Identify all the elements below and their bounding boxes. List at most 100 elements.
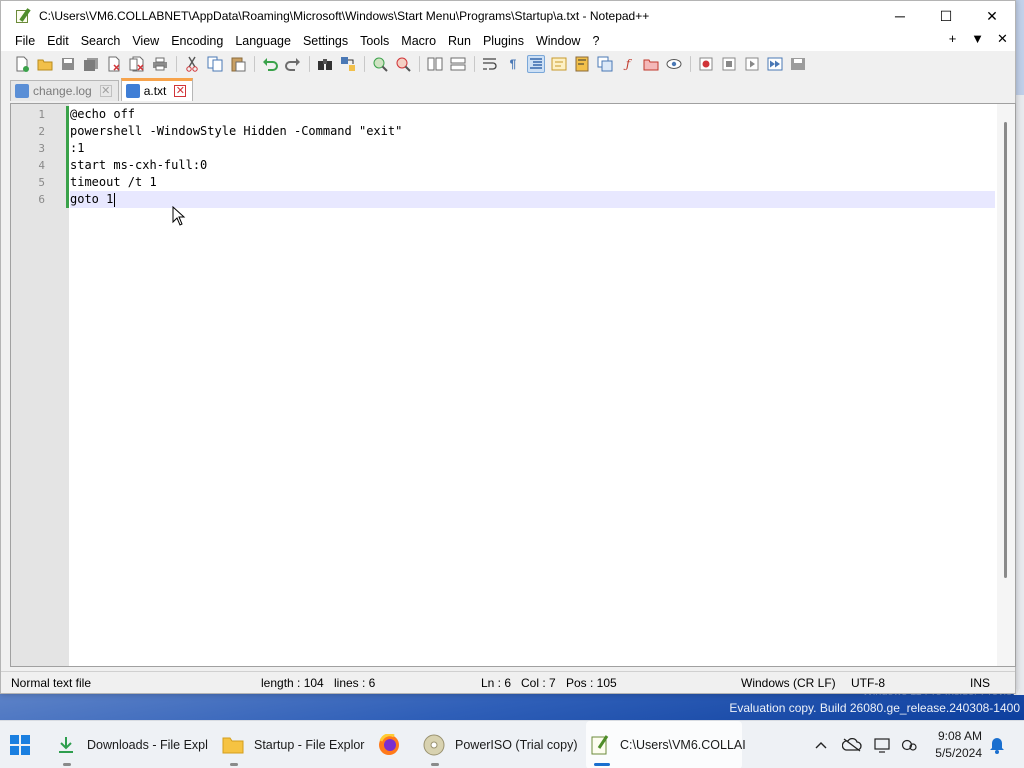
active-indicator — [594, 763, 610, 766]
save-macro-icon[interactable] — [789, 55, 807, 73]
current-code-line[interactable]: goto 1 — [70, 191, 995, 208]
taskbar-firefox[interactable] — [378, 721, 408, 768]
line-number: 3 — [38, 142, 45, 155]
run-macro-multiple-icon[interactable] — [766, 55, 784, 73]
running-indicator — [63, 763, 71, 766]
code-line[interactable]: start ms-cxh-full:0 — [70, 157, 995, 174]
maximize-button[interactable]: ☐ — [923, 1, 969, 31]
cut-icon[interactable] — [183, 55, 201, 73]
line-number: 5 — [38, 176, 45, 189]
taskbar-poweriso[interactable]: PowerISO (Trial copy) — [423, 721, 583, 768]
close-document-icon[interactable]: ✕ — [990, 31, 1015, 47]
undo-icon[interactable] — [261, 55, 279, 73]
status-insert-mode[interactable]: INS — [970, 676, 990, 690]
minimize-button[interactable]: ─ — [877, 1, 923, 31]
network-icon[interactable] — [872, 721, 894, 768]
close-button[interactable]: ✕ — [969, 1, 1015, 31]
menu-language[interactable]: Language — [229, 34, 297, 48]
print-icon[interactable] — [151, 55, 169, 73]
scrollbar-thumb[interactable] — [1004, 122, 1007, 578]
redo-icon[interactable] — [284, 55, 302, 73]
cloud-offline-icon[interactable] — [840, 721, 864, 768]
copy-icon[interactable] — [206, 55, 224, 73]
mouse-pointer-icon — [172, 206, 186, 226]
folder-workspace-icon[interactable] — [642, 55, 660, 73]
tab-bar: change.log ✕ a.txt ✕ — [1, 78, 1015, 101]
word-wrap-icon[interactable] — [481, 55, 499, 73]
indent-guide-icon[interactable] — [527, 55, 545, 73]
taskbar-startup-explorer[interactable]: Startup - File Explor — [222, 721, 372, 768]
toolbar-separator — [690, 56, 691, 72]
status-eol-format[interactable]: Windows (CR LF) — [741, 676, 836, 690]
user-defined-language-icon[interactable] — [550, 55, 568, 73]
code-line[interactable]: :1 — [70, 140, 995, 157]
stop-recording-icon[interactable] — [720, 55, 738, 73]
show-all-characters-icon[interactable]: ¶ — [504, 55, 522, 73]
zoom-in-icon[interactable] — [371, 55, 389, 73]
sync-horizontal-icon[interactable] — [449, 55, 467, 73]
zoom-out-icon[interactable] — [394, 55, 412, 73]
menu-tools[interactable]: Tools — [354, 34, 395, 48]
start-button[interactable] — [8, 721, 38, 768]
download-icon — [55, 734, 77, 756]
menu-view[interactable]: View — [126, 34, 165, 48]
tab-close-icon[interactable]: ✕ — [99, 85, 112, 97]
menu-help[interactable]: ? — [586, 34, 605, 48]
system-clock[interactable]: 9:08 AM 5/5/2024 — [935, 728, 982, 762]
menu-edit[interactable]: Edit — [41, 34, 75, 48]
tab-a-txt[interactable]: a.txt ✕ — [120, 78, 194, 101]
replace-icon[interactable] — [339, 55, 357, 73]
menu-macro[interactable]: Macro — [395, 34, 442, 48]
folder-as-workspace-icon[interactable]: ƒ — [619, 55, 637, 73]
new-tab-plus-icon[interactable]: + — [940, 31, 965, 47]
sync-vertical-icon[interactable] — [426, 55, 444, 73]
vertical-scrollbar[interactable] — [997, 104, 1015, 666]
title-bar[interactable]: C:\Users\VM6.COLLABNET\AppData\Roaming\M… — [1, 1, 1015, 31]
notepadpp-app-icon[interactable] — [15, 8, 31, 24]
monitoring-eye-icon[interactable] — [665, 55, 683, 73]
playback-macro-icon[interactable] — [743, 55, 761, 73]
paste-icon[interactable] — [229, 55, 247, 73]
menu-file[interactable]: File — [1, 34, 41, 48]
find-icon[interactable] — [316, 55, 334, 73]
taskbar-item-label: Startup - File Explor — [254, 738, 365, 752]
code-area[interactable]: @echo off powershell -WindowStyle Hidden… — [70, 106, 995, 208]
taskbar-item-label: C:\Users\VM6.COLLAI — [620, 738, 746, 752]
close-all-icon[interactable] — [128, 55, 146, 73]
change-history-bar — [66, 106, 69, 208]
taskbar: Downloads - File Expl Startup - File Exp… — [0, 720, 1024, 768]
taskbar-item-label: Downloads - File Expl — [87, 738, 208, 752]
volume-icon[interactable] — [898, 721, 920, 768]
folder-icon — [222, 734, 244, 756]
new-file-icon[interactable] — [13, 55, 31, 73]
function-list-icon[interactable] — [596, 55, 614, 73]
notification-bell-icon[interactable] — [985, 721, 1009, 768]
open-file-icon[interactable] — [36, 55, 54, 73]
taskbar-downloads-explorer[interactable]: Downloads - File Expl — [55, 721, 215, 768]
code-line[interactable]: @echo off — [70, 106, 995, 123]
record-macro-icon[interactable] — [697, 55, 715, 73]
close-file-icon[interactable] — [105, 55, 123, 73]
menu-plugins[interactable]: Plugins — [477, 34, 530, 48]
tab-close-icon[interactable]: ✕ — [174, 85, 187, 97]
menu-encoding[interactable]: Encoding — [165, 34, 229, 48]
status-encoding[interactable]: UTF-8 — [851, 676, 885, 690]
menu-run[interactable]: Run — [442, 34, 477, 48]
windows-logo-icon — [10, 735, 30, 755]
save-icon[interactable] — [59, 55, 77, 73]
code-line[interactable]: timeout /t 1 — [70, 174, 995, 191]
code-line[interactable]: powershell -WindowStyle Hidden -Command … — [70, 123, 995, 140]
chevron-up-icon[interactable] — [810, 721, 832, 768]
status-length: length : 104 — [261, 676, 324, 690]
tab-list-dropdown-icon[interactable]: ▼ — [965, 31, 990, 47]
tab-change-log[interactable]: change.log ✕ — [10, 80, 119, 101]
text-editor[interactable]: 1 2 3 4 5 6 @echo off powershell -Window… — [10, 103, 1016, 667]
running-indicator — [431, 763, 439, 766]
menu-search[interactable]: Search — [75, 34, 127, 48]
save-all-icon[interactable] — [82, 55, 100, 73]
menu-settings[interactable]: Settings — [297, 34, 354, 48]
menu-window[interactable]: Window — [530, 34, 586, 48]
toolbar-separator — [474, 56, 475, 72]
taskbar-notepadpp[interactable]: C:\Users\VM6.COLLAI — [586, 721, 746, 768]
document-map-icon[interactable] — [573, 55, 591, 73]
